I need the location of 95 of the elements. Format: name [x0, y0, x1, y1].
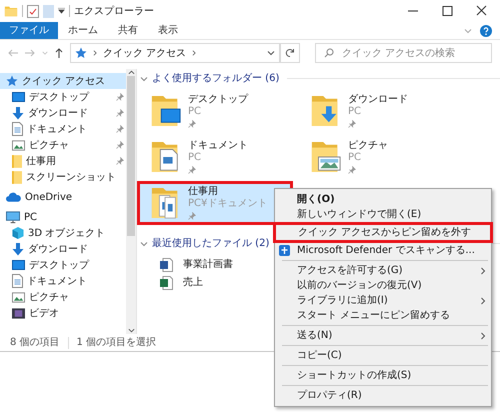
down-arrow-icon: [12, 106, 24, 120]
scrollbar-thumb[interactable]: [127, 76, 135, 236]
folder-icon: [150, 94, 182, 128]
pin-icon: [116, 141, 124, 149]
dropdown-caret-icon[interactable]: [58, 8, 65, 14]
sidebar-item[interactable]: ドキュメント: [0, 273, 126, 289]
chevron-icon: [191, 50, 198, 56]
computer-icon: [6, 210, 20, 224]
scroll-down-icon[interactable]: [128, 327, 134, 334]
chevron-icon: [92, 50, 98, 56]
ribbon-tab[interactable]: ホーム: [58, 22, 108, 39]
sidebar-item[interactable]: PC: [0, 209, 126, 225]
sidebar-item[interactable]: ダウンロード: [0, 105, 126, 121]
monitor-icon: [12, 260, 25, 270]
collapse-chevron-icon[interactable]: [140, 240, 148, 248]
sidebar-item[interactable]: デスクトップ: [0, 89, 126, 105]
group-heading: よく使用するフォルダー (6): [152, 72, 280, 86]
collapse-chevron-icon[interactable]: [140, 74, 148, 82]
folder-icon: [12, 170, 22, 184]
word-file-icon: [160, 258, 173, 272]
search-field[interactable]: クイック アクセスの検索: [315, 43, 492, 63]
ribbon-tab[interactable]: 共有: [108, 22, 148, 39]
pin-icon: [116, 125, 124, 133]
sidebar-item[interactable]: ビデオ: [0, 305, 126, 321]
sidebar-item[interactable]: ピクチャ: [0, 289, 126, 305]
scroll-up-icon[interactable]: [128, 69, 134, 76]
sidebar-item[interactable]: ダウンロード: [0, 241, 126, 257]
status-text: 8 個の項目: [10, 336, 60, 350]
menu-item[interactable]: 送る(N): [275, 328, 491, 343]
dropdown-caret-icon[interactable]: [267, 49, 275, 57]
pin-icon: [116, 93, 124, 101]
refresh-button[interactable]: [280, 43, 300, 63]
cube-icon: [12, 227, 24, 239]
pin-icon: [348, 120, 356, 128]
breadcrumb-item[interactable]: クイック アクセス: [103, 46, 186, 60]
menu-item[interactable]: 以前のバージョンの復元(V): [275, 278, 491, 293]
menu-item[interactable]: スタート メニューにピン留めする: [275, 308, 491, 323]
sidebar-item[interactable]: OneDrive: [0, 189, 126, 205]
search-icon: [324, 48, 334, 58]
menu-item[interactable]: ライブラリに追加(I): [275, 293, 491, 308]
cloud-icon: [6, 192, 21, 202]
picture-icon: [12, 140, 25, 150]
star-icon: [6, 75, 18, 87]
excel-file-icon: [160, 276, 173, 290]
menu-item[interactable]: プロパティ(R): [275, 388, 491, 403]
star-icon: [75, 47, 87, 59]
sidebar-item[interactable]: スクリーンショット: [0, 169, 126, 185]
menu-item[interactable]: アクセスを許可する(G): [275, 263, 491, 278]
folder-icon: [12, 154, 22, 168]
folder-icon: [4, 4, 18, 18]
folder-icon: [310, 140, 342, 174]
picture-icon: [12, 292, 25, 302]
ribbon-expand-icon[interactable]: [464, 26, 472, 34]
sidebar-item[interactable]: ドキュメント: [0, 121, 126, 137]
menu-item[interactable]: コピー(C): [275, 348, 491, 363]
pin-icon: [188, 212, 196, 220]
down-arrow-icon: [12, 242, 24, 256]
group-heading: 最近使用したファイル (2): [152, 236, 270, 251]
sidebar-item[interactable]: 仕事用: [0, 153, 126, 169]
file-row[interactable]: 売上: [160, 275, 260, 290]
folder-tile[interactable]: デスクトップ PC: [140, 92, 290, 130]
sidebar-item[interactable]: デスクトップ: [0, 257, 126, 273]
submenu-chevron-icon: [479, 296, 487, 304]
submenu-chevron-icon: [479, 332, 487, 340]
folder-tile[interactable]: ダウンロード PC: [300, 92, 450, 130]
sidebar-item[interactable]: ピクチャ: [0, 137, 126, 153]
file-row[interactable]: 事業計画書: [160, 257, 260, 272]
sidebar-item[interactable]: 3D オブジェクト: [0, 225, 126, 241]
monitor-icon: [12, 92, 25, 102]
pin-icon: [188, 166, 196, 174]
ribbon-tab[interactable]: 表示: [148, 22, 188, 39]
folder-tile[interactable]: ピクチャ PC: [300, 138, 450, 176]
menu-item[interactable]: クイック アクセスからピン留めを外す: [276, 225, 490, 240]
ribbon-tab[interactable]: ファイル: [0, 22, 58, 39]
folder-tile[interactable]: ドキュメント PC: [140, 138, 290, 176]
folder-tile[interactable]: 仕事用 PC¥ドキュメント: [140, 184, 290, 222]
properties-icon[interactable]: [27, 4, 39, 18]
film-icon: [12, 308, 25, 318]
document-icon: [12, 122, 23, 136]
menu-item[interactable]: ショートカットの作成(S): [275, 368, 491, 383]
document-icon: [12, 274, 23, 288]
submenu-chevron-icon: [479, 266, 487, 274]
pin-icon: [348, 166, 356, 174]
refresh-icon: [285, 48, 295, 58]
status-text: 1 個の項目を選択: [76, 336, 156, 350]
help-icon[interactable]: [480, 24, 492, 36]
pin-icon: [116, 157, 124, 165]
window-title: エクスプローラー: [74, 4, 154, 18]
address-field[interactable]: クイック アクセス: [70, 43, 280, 63]
up-arrow-icon[interactable]: [55, 48, 63, 58]
sidebar-item[interactable]: クイック アクセス: [0, 73, 126, 89]
scrollbar[interactable]: [126, 69, 136, 334]
pin-icon: [116, 109, 124, 117]
pin-icon: [188, 120, 196, 128]
menu-item[interactable]: Microsoft Defender でスキャンする...: [275, 243, 491, 258]
